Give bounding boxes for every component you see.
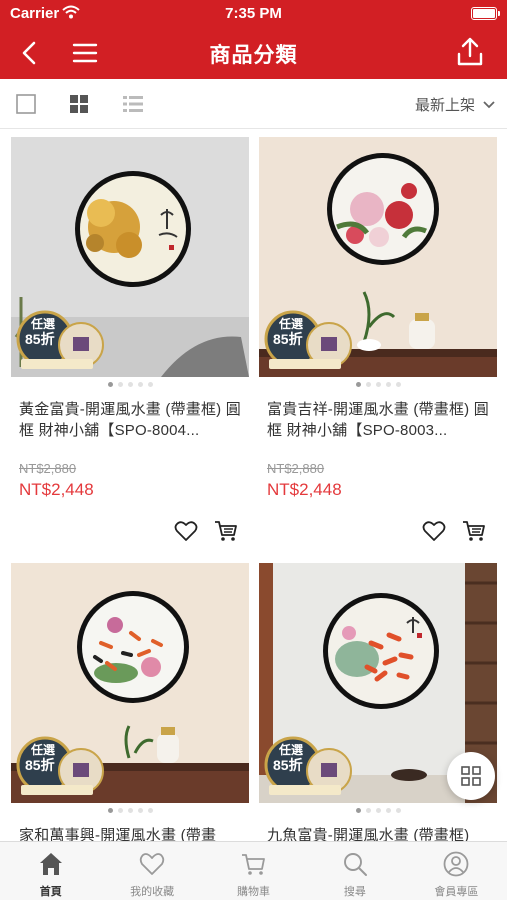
product-name[interactable]: 黃金富貴-開運風水畫 (帶畫框) 圓框 財神小舖【SPO-8004...	[19, 399, 241, 441]
tab-cart[interactable]: 購物車	[203, 842, 304, 900]
heart-icon	[139, 853, 165, 875]
product-card[interactable]: 任選 85折 黃金富貴-開運風水畫 (帶畫框) 圓框 財神小舖【SPO-8004…	[11, 137, 249, 554]
product-card[interactable]: 任選 85折 九魚富貴-開運風水畫 (帶畫框)	[259, 563, 497, 841]
page-title: 商品分類	[209, 44, 298, 67]
product-grid: 任選 85折 黃金富貴-開運風水畫 (帶畫框) 圓框 財神小舖【SPO-8004…	[0, 129, 507, 841]
search-icon	[343, 853, 367, 876]
product-name[interactable]: 家和萬事興-開運風水畫 (帶畫	[19, 825, 241, 841]
image-pager-dots	[11, 377, 249, 391]
promo-discount-label: 85折	[25, 757, 55, 773]
cart-icon[interactable]	[461, 518, 487, 544]
image-pager-dots	[259, 377, 497, 391]
tab-label: 購物車	[237, 886, 271, 898]
list-view-icon[interactable]	[121, 92, 145, 116]
tab-favorites[interactable]: 我的收藏	[101, 842, 202, 900]
status-bar: Carrier 7:35 PM	[0, 0, 507, 28]
single-view-icon[interactable]	[14, 92, 38, 116]
promo-discount-label: 85折	[273, 757, 303, 773]
tab-home[interactable]: 首頁	[0, 842, 101, 900]
original-price: NT$2,880	[19, 461, 77, 476]
user-icon	[443, 851, 469, 877]
home-icon	[39, 853, 62, 875]
heart-icon[interactable]	[173, 518, 199, 544]
sale-price: NT$2,448	[267, 480, 342, 499]
tab-label: 會員專區	[434, 886, 479, 898]
header: Carrier 7:35 PM 商品分類	[0, 0, 507, 79]
tab-label: 搜尋	[343, 886, 366, 898]
promo-discount-label: 85折	[25, 331, 55, 347]
sale-price: NT$2,448	[19, 480, 94, 499]
image-pager-dots	[259, 803, 497, 817]
product-actions	[259, 514, 497, 554]
view-toolbar: 最新上架	[0, 79, 507, 129]
cart-icon[interactable]	[213, 518, 239, 544]
product-image[interactable]: 任選 85折	[11, 563, 249, 803]
product-image[interactable]: 任選 85折	[259, 137, 497, 377]
battery-icon	[471, 7, 500, 20]
image-pager-dots	[11, 803, 249, 817]
product-image[interactable]: 任選 85折	[11, 137, 249, 377]
grid-view-icon[interactable]	[67, 92, 91, 116]
tab-member[interactable]: 會員專區	[406, 842, 507, 900]
product-actions	[11, 514, 249, 554]
grid-apps-icon	[461, 766, 481, 786]
sort-dropdown[interactable]: 最新上架	[415, 94, 495, 115]
bottom-tab-bar: 首頁 我的收藏 購物車 搜尋 會員專區	[0, 841, 507, 900]
product-card[interactable]: 任選 85折 富貴吉祥-開運風水畫 (帶畫框) 圓框 財神小舖【SPO-8003…	[259, 137, 497, 554]
chevron-down-icon	[483, 100, 495, 108]
category-float-button[interactable]	[447, 752, 495, 800]
tab-label: 首頁	[39, 886, 62, 898]
promo-discount-label: 85折	[273, 331, 303, 347]
original-price: NT$2,880	[267, 461, 325, 476]
share-icon[interactable]	[455, 36, 485, 68]
product-name[interactable]: 九魚富貴-開運風水畫 (帶畫框)	[267, 825, 489, 841]
product-card[interactable]: 任選 85折 家和萬事興-開運風水畫 (帶畫	[11, 563, 249, 841]
cart-icon	[241, 854, 265, 875]
product-name[interactable]: 富貴吉祥-開運風水畫 (帶畫框) 圓框 財神小舖【SPO-8003...	[267, 399, 489, 441]
status-time: 7:35 PM	[225, 5, 282, 22]
tab-search[interactable]: 搜尋	[304, 842, 405, 900]
navigation-bar: 商品分類	[0, 28, 507, 79]
app-screen: Carrier 7:35 PM 商品分類 最新上架 任選 85折 黃金富貴-開運…	[0, 0, 507, 900]
sort-label: 最新上架	[414, 97, 475, 114]
heart-icon[interactable]	[421, 518, 447, 544]
tab-label: 我的收藏	[130, 886, 175, 898]
